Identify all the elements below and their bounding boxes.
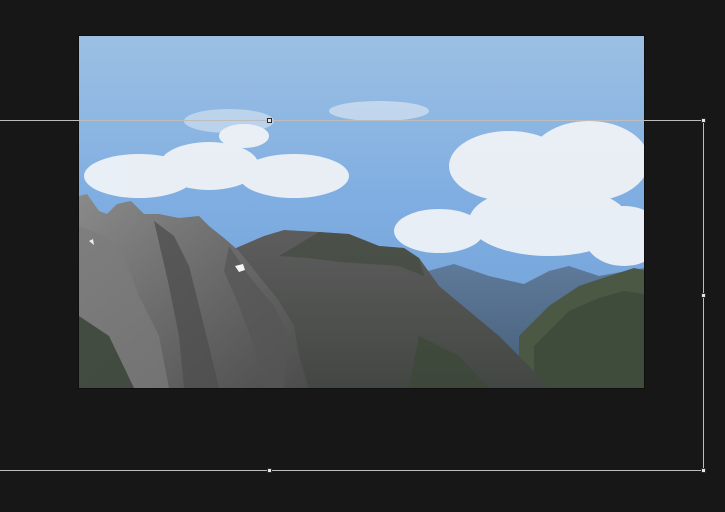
transform-handle-top-right[interactable] — [701, 118, 706, 123]
transform-box-bottom-edge[interactable] — [0, 470, 704, 471]
transform-handle-middle-right[interactable] — [701, 293, 706, 298]
photo-layer-image[interactable] — [79, 36, 644, 388]
transform-handle-bottom-center[interactable] — [267, 468, 272, 473]
transform-box-top-edge[interactable] — [0, 120, 704, 121]
canvas-workspace — [0, 0, 725, 512]
transform-handle-top-center[interactable] — [267, 118, 272, 123]
transform-handle-bottom-right[interactable] — [701, 468, 706, 473]
